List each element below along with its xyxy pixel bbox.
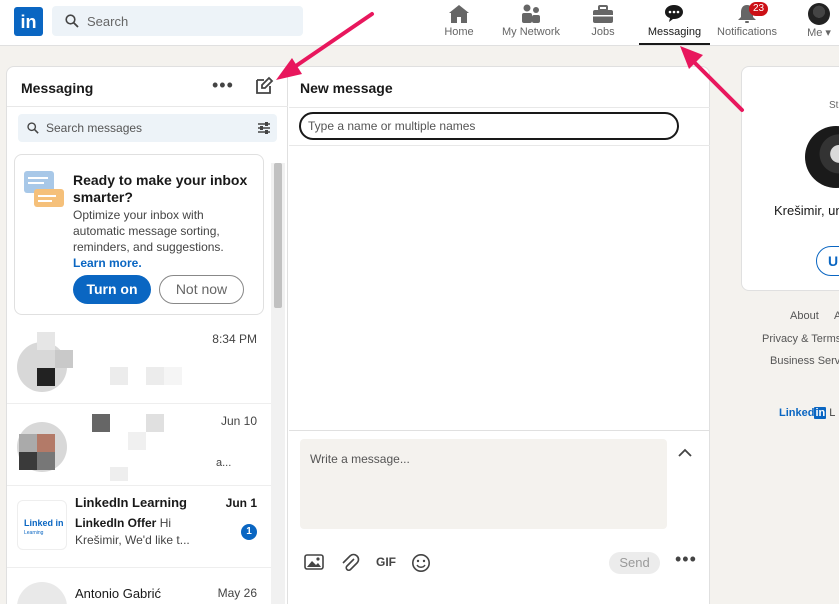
conversation-preview: LinkedIn Offer Hi Krešimir, We'd like t.…: [75, 516, 190, 547]
avatar: [17, 582, 67, 604]
nav-label: Home: [444, 26, 474, 38]
nav-home[interactable]: Home: [440, 0, 478, 46]
network-icon: [522, 4, 540, 23]
briefcase-icon: [593, 5, 613, 23]
more-options-button[interactable]: •••: [212, 75, 234, 96]
search-messages-placeholder: Search messages: [46, 121, 143, 135]
search-placeholder: Search: [87, 14, 129, 29]
scrollbar-thumb[interactable]: [274, 163, 282, 308]
conversation-time: May 26: [217, 586, 257, 600]
scrollbar[interactable]: [271, 163, 285, 604]
image-icon[interactable]: [304, 553, 324, 571]
more-options-button[interactable]: •••: [675, 549, 697, 570]
nav-label: My Network: [501, 26, 561, 38]
messaging-header: Messaging •••: [7, 67, 288, 107]
gif-button[interactable]: GIF: [376, 555, 396, 569]
conversation-time: Jun 10: [220, 414, 257, 428]
attachment-icon[interactable]: [340, 553, 360, 573]
not-now-button[interactable]: Not now: [159, 275, 244, 304]
footer-about-link[interactable]: About: [790, 310, 819, 322]
send-button[interactable]: Send: [609, 552, 660, 574]
message-input[interactable]: Write a message...: [300, 439, 667, 529]
recipient-input[interactable]: Type a name or multiple names: [299, 112, 679, 140]
conversation-item[interactable]: Jun 10 a...: [7, 404, 271, 486]
profile-avatar: [805, 126, 839, 188]
nav-label: Messaging: [647, 26, 702, 38]
home-icon: [449, 5, 469, 23]
nav-jobs[interactable]: Jobs: [587, 0, 619, 46]
top-navigation: in Search Home My Network Jobs Messaging…: [0, 0, 839, 46]
conversation-item[interactable]: 8:34 PM: [7, 322, 271, 404]
chevron-down-icon: ▾: [825, 27, 831, 39]
footer-privacy-link[interactable]: Privacy & Terms: [762, 333, 839, 345]
linkedin-logo[interactable]: in: [14, 7, 43, 36]
conversation-preview: a...: [216, 457, 232, 469]
nav-my-network[interactable]: My Network: [499, 0, 563, 46]
compose-icon[interactable]: [254, 76, 274, 96]
search-icon: [27, 122, 39, 134]
recipient-bar: Type a name or multiple names: [289, 107, 710, 146]
conversation-item[interactable]: Antonio Gabrić May 26: [7, 568, 271, 604]
profile-card-header: St: [829, 100, 839, 111]
global-search-input[interactable]: Search: [52, 6, 303, 36]
avatar: [808, 3, 830, 25]
profile-card: St Krešimir, un U: [741, 66, 839, 291]
search-messages-input[interactable]: Search messages: [18, 114, 277, 142]
nav-label: Jobs: [591, 26, 615, 38]
footer-link[interactable]: A: [834, 310, 839, 322]
filter-icon[interactable]: [257, 121, 271, 135]
profile-action-button[interactable]: U: [816, 246, 839, 276]
chat-bubbles-illustration: [24, 171, 64, 207]
footer-business-link[interactable]: Business Servic: [770, 355, 839, 367]
new-message-title: New message: [300, 80, 393, 96]
messaging-title: Messaging: [21, 80, 94, 96]
nav-notifications[interactable]: 23 Notifications: [715, 0, 779, 46]
smart-inbox-promo: Ready to make your inbox smarter? Optimi…: [14, 154, 264, 315]
search-icon: [65, 14, 79, 28]
nav-messaging[interactable]: Messaging: [639, 0, 710, 46]
linkedin-footer-logo: Linkedin L: [779, 407, 836, 419]
unread-badge: 1: [241, 524, 257, 540]
turn-on-button[interactable]: Turn on: [73, 275, 151, 304]
conversation-time: Jun 1: [225, 496, 257, 510]
notifications-badge: 23: [749, 2, 769, 16]
conversation-time: 8:34 PM: [212, 332, 257, 346]
promo-body: Optimize your inbox with automatic messa…: [73, 208, 224, 270]
nav-label: Notifications: [717, 26, 777, 38]
message-thread-area: [289, 147, 710, 430]
nav-label: Me ▾: [807, 27, 831, 39]
nav-me[interactable]: Me ▾: [800, 0, 838, 46]
compose-area: Write a message... GIF Send •••: [289, 430, 710, 604]
learn-more-link[interactable]: Learn more.: [73, 256, 142, 270]
profile-name: Krešimir, un: [774, 203, 839, 218]
conversation-name: Antonio Gabrić: [75, 586, 161, 601]
conversation-item-linkedin-learning[interactable]: Linked in Learning LinkedIn Learning Jun…: [7, 486, 271, 568]
promo-title: Ready to make your inbox smarter?: [73, 172, 248, 205]
messaging-panel: Messaging ••• Search messages Ready to m…: [6, 66, 710, 604]
linkedin-learning-logo: Linked in Learning: [17, 500, 67, 550]
message-placeholder: Write a message...: [310, 452, 410, 466]
conversation-name: LinkedIn Learning: [75, 495, 187, 510]
conversation-list-pane: Messaging ••• Search messages Ready to m…: [7, 67, 288, 604]
messaging-icon: [664, 5, 683, 22]
chevron-up-icon[interactable]: [678, 448, 692, 458]
emoji-icon[interactable]: [411, 553, 431, 573]
